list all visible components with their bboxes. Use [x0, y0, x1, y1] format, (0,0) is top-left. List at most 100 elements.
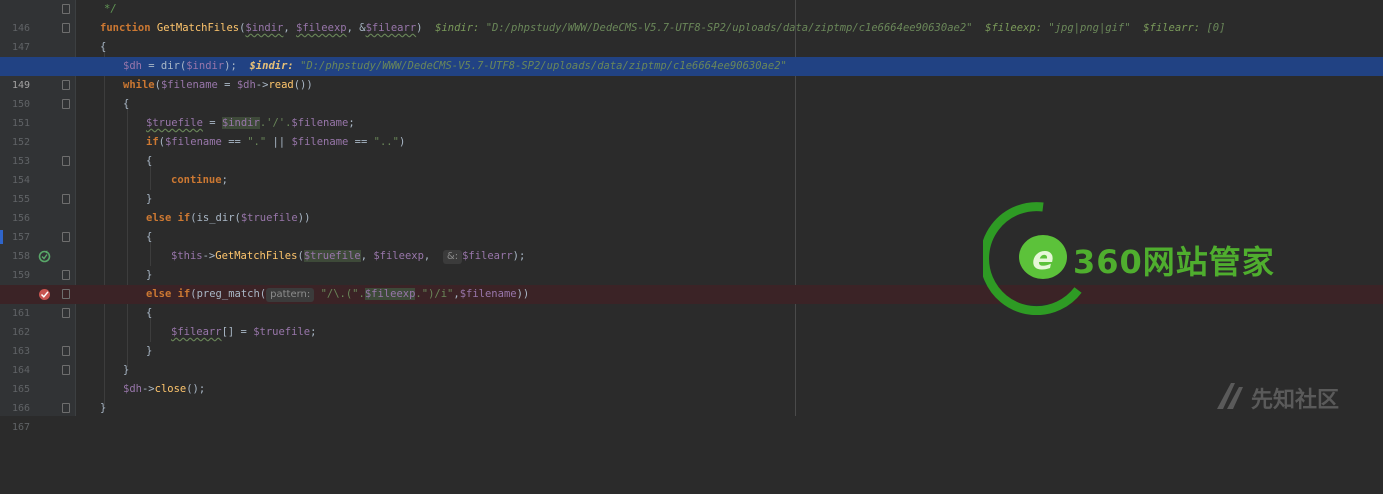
code-text: ( — [297, 250, 304, 262]
code-text: , & — [346, 22, 366, 34]
variable: $filename — [459, 288, 517, 300]
keyword: continue — [171, 174, 222, 186]
method-name: read — [268, 79, 294, 91]
variable: $this — [171, 250, 203, 262]
keyword: else if — [146, 212, 191, 224]
fold-icon[interactable] — [62, 23, 70, 33]
method-name: close — [154, 383, 187, 395]
fold-icon[interactable] — [62, 270, 70, 280]
code-text: -> — [255, 79, 269, 91]
debug-inline-value: $fileexp: — [985, 22, 1043, 34]
fold-icon[interactable] — [62, 403, 70, 413]
debug-inline-value: "jpg|png|gif" — [1048, 22, 1131, 34]
variable: $dh — [123, 383, 142, 395]
debug-inline-value: [0] — [1206, 22, 1226, 34]
brace: { — [123, 98, 130, 110]
fold-icon[interactable] — [62, 99, 70, 109]
current-execution-line[interactable]: 149 $dh = dir($indir); $indir: "D:/phpst… — [0, 57, 1383, 91]
variable: $fileexp — [364, 288, 416, 300]
comment: */ — [104, 3, 117, 15]
keyword: if — [146, 136, 159, 148]
watermark-text: 360网站管家 — [1073, 243, 1275, 281]
fold-icon[interactable] — [62, 232, 70, 242]
variable: $filename — [291, 136, 349, 148]
code-line[interactable]: 166 $dh->close(); — [0, 380, 1383, 414]
fold-icon[interactable] — [62, 156, 70, 166]
code-text: ; — [221, 174, 228, 186]
breakpoint-icon[interactable] — [38, 288, 51, 301]
variable: $filearr — [365, 22, 417, 34]
fold-icon[interactable] — [62, 194, 70, 204]
string: .")/i" — [415, 288, 454, 300]
variable: $filename — [291, 117, 349, 129]
string: "/\.(". — [320, 288, 365, 300]
code-text: ) — [416, 22, 423, 34]
parameter-hint: &: — [442, 250, 463, 264]
code-text: )) — [297, 212, 311, 224]
variable: $dh — [123, 60, 142, 72]
code-text: = — [217, 79, 237, 91]
variable: $truefile — [303, 250, 361, 262]
fold-icon[interactable] — [62, 346, 70, 356]
code-text: (is_dir( — [190, 212, 241, 224]
string: ".." — [373, 136, 399, 148]
fold-icon[interactable] — [62, 365, 70, 375]
variable: $indir — [245, 22, 284, 34]
code-text: , — [283, 22, 297, 34]
code-text: , — [423, 250, 437, 262]
code-text: = — [202, 117, 222, 129]
fold-icon[interactable] — [62, 308, 70, 318]
watermark-text: 先知社区 — [1251, 388, 1340, 413]
line-number: 167 — [11, 422, 30, 433]
variable: $fileexp — [373, 250, 424, 262]
variable: $truefile — [240, 212, 298, 224]
debug-inline-value: "D:/phpstudy/WWW/DedeCMS-V5.7-UTF8-SP2/u… — [300, 60, 787, 72]
recursion-call-icon[interactable] — [38, 250, 51, 263]
string: "." — [247, 136, 267, 148]
code-line[interactable]: 148 { — [0, 38, 1383, 72]
code-line[interactable]: 150 while($filename = $dh->read()) — [0, 76, 1383, 110]
fold-icon[interactable] — [62, 4, 70, 14]
code-line[interactable]: 153 if($filename == "." || $filename == … — [0, 133, 1383, 167]
code-line[interactable]: 167 } — [0, 399, 1383, 433]
code-text: [] = — [221, 326, 254, 338]
debug-inline-value: $indir: — [249, 60, 294, 72]
code-line[interactable]: 155 continue; — [0, 171, 1383, 205]
code-line[interactable]: 146 */ — [0, 0, 1383, 34]
variable: $fileexp — [296, 22, 347, 34]
code-text: (); — [186, 383, 206, 395]
code-line[interactable]: 147 function GetMatchFiles($indir, $file… — [0, 19, 1383, 53]
fold-icon[interactable] — [62, 289, 70, 299]
code-text: || — [266, 136, 292, 148]
keyword: else if — [146, 288, 191, 300]
brace: { — [146, 155, 153, 167]
variable: $filename — [160, 79, 218, 91]
method-name: GetMatchFiles — [215, 250, 298, 262]
debug-inline-value: $filearr: — [1143, 22, 1201, 34]
code-line[interactable]: 151 { — [0, 95, 1383, 129]
code-line[interactable]: 163 $filearr[] = $truefile; — [0, 323, 1383, 357]
code-text: )) — [516, 288, 530, 300]
function-name: GetMatchFiles — [156, 22, 240, 34]
code-line[interactable]: 152 $truefile = $indir.'/'.$filename; — [0, 114, 1383, 148]
svg-text:e: e — [1032, 239, 1054, 277]
string: .'/'. — [259, 117, 292, 129]
keyword: while — [123, 79, 155, 91]
fold-icon[interactable] — [62, 80, 70, 90]
code-text: ) — [398, 136, 406, 148]
360-logo-icon: e — [983, 202, 1082, 315]
code-line[interactable]: 165 } — [0, 361, 1383, 395]
parameter-hint: pattern: — [266, 288, 315, 302]
brace: { — [100, 41, 107, 53]
watermark-360: e 360网站管家 — [983, 195, 1293, 315]
brace: { — [146, 231, 153, 243]
brace: } — [100, 402, 107, 414]
code-line[interactable]: 154 { — [0, 152, 1383, 186]
variable: $filearr — [171, 326, 222, 338]
variable: $truefile — [253, 326, 311, 338]
code-text: == — [221, 136, 248, 148]
keyword: function — [100, 22, 151, 34]
code-line[interactable]: 164 } — [0, 342, 1383, 376]
code-text: -> — [202, 250, 216, 262]
code-text: ); — [512, 250, 526, 262]
